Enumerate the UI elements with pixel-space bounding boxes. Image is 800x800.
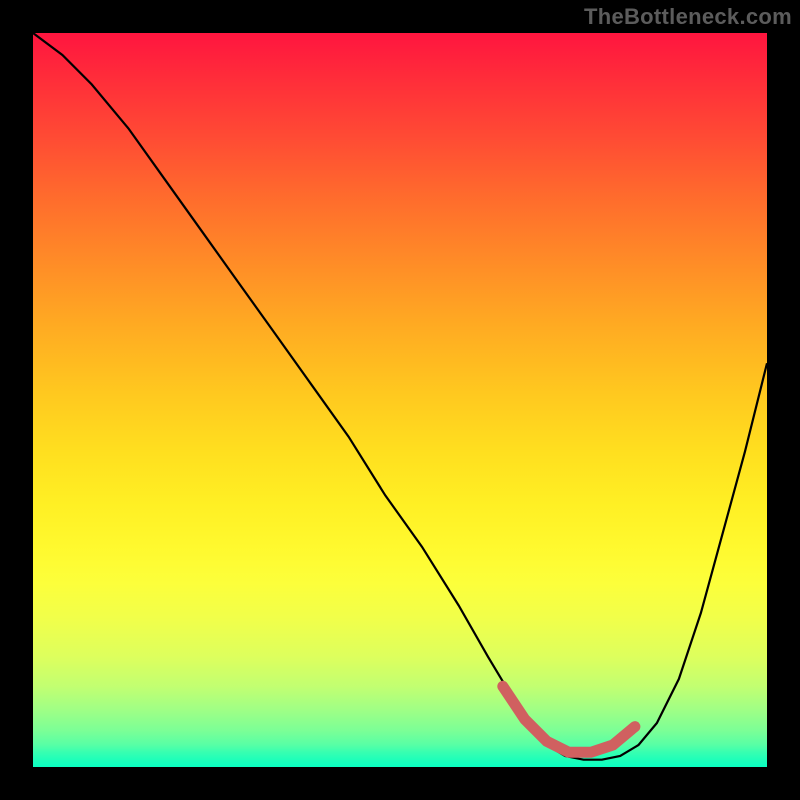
plot-area bbox=[33, 33, 767, 767]
chart-overlay bbox=[33, 33, 767, 767]
watermark-text: TheBottleneck.com bbox=[584, 4, 792, 30]
chart-frame: TheBottleneck.com bbox=[0, 0, 800, 800]
bottleneck-curve bbox=[33, 33, 767, 760]
sweet-spot-highlight bbox=[503, 686, 635, 752]
